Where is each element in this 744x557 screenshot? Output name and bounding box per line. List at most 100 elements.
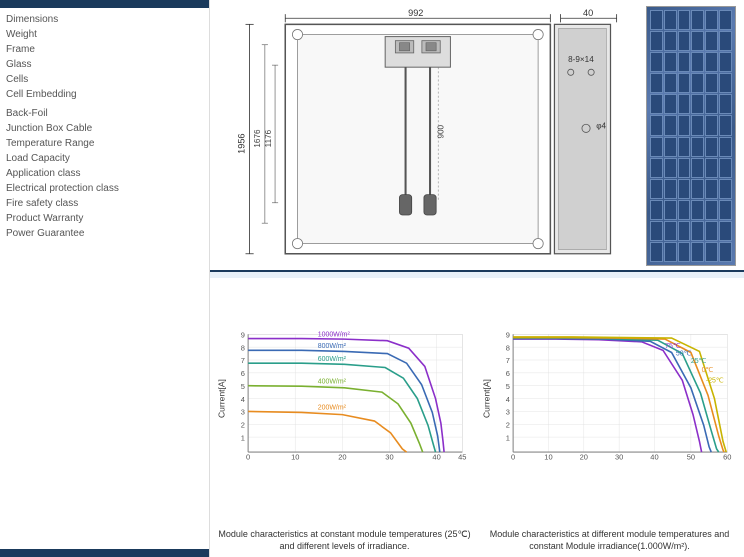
solar-cell — [719, 52, 732, 72]
specs-table: Dimensions Weight Frame Glass Cells Cell… — [0, 8, 209, 549]
solar-cell — [705, 200, 718, 220]
svg-text:4: 4 — [241, 395, 245, 404]
panel-photo: // Generate cell blocks const inner = do… — [646, 6, 736, 266]
solar-cell — [719, 137, 732, 157]
label-dimensions: Dimensions — [6, 14, 91, 25]
solar-cell — [719, 31, 732, 51]
solar-cell — [650, 179, 663, 199]
svg-text:0℃: 0℃ — [702, 367, 714, 374]
solar-cell — [705, 179, 718, 199]
solar-cell — [678, 31, 691, 51]
spec-power-guarantee2 — [6, 241, 203, 245]
solar-cell — [678, 179, 691, 199]
solar-cell — [691, 94, 704, 114]
svg-text:30: 30 — [385, 453, 393, 462]
dim-992: 992 — [408, 8, 423, 18]
dim-1956: 1956 — [236, 133, 246, 153]
svg-text:Current[A]: Current[A] — [482, 379, 492, 418]
spec-embedding: Cell Embedding — [6, 87, 203, 102]
svg-text:1: 1 — [506, 433, 510, 442]
solar-cell — [691, 115, 704, 135]
label-warranty: Product Warranty — [6, 213, 91, 224]
solar-cell — [719, 179, 732, 199]
spec-appclass: Application class — [6, 166, 203, 181]
svg-text:7: 7 — [241, 356, 245, 365]
solar-cell — [691, 179, 704, 199]
svg-text:200W/m²: 200W/m² — [318, 404, 347, 411]
svg-text:3: 3 — [506, 408, 510, 417]
svg-text:60: 60 — [723, 453, 731, 462]
chart1-caption: Module characteristics at constant modul… — [216, 528, 473, 553]
solar-cell — [691, 200, 704, 220]
chart2-wrapper: 9 8 7 6 5 4 3 2 1 0 10 20 30 4 — [481, 282, 738, 526]
solar-cell — [691, 137, 704, 157]
solar-cell — [705, 31, 718, 51]
drawing-area: 992 40 1956 1676 — [210, 0, 744, 270]
technical-drawing: 992 40 1956 1676 — [218, 6, 638, 266]
solar-cell — [650, 10, 663, 30]
solar-cell — [678, 52, 691, 72]
label-glass: Glass — [6, 59, 91, 70]
solar-cell — [719, 200, 732, 220]
specs-header — [0, 0, 209, 8]
spec-warranty: Product Warranty — [6, 211, 203, 226]
solar-cell — [719, 242, 732, 262]
chart1-container: 9 8 7 6 5 4 3 2 1 0 10 20 30 4 — [216, 282, 473, 553]
chart2-caption: Module characteristics at different modu… — [481, 528, 738, 553]
dim-1176: 1176 — [264, 129, 273, 147]
svg-text:9: 9 — [241, 331, 245, 340]
solar-cell — [664, 52, 677, 72]
spec-cable: Junction Box Cable — [6, 121, 203, 136]
solar-cell — [650, 158, 663, 178]
label-cells: Cells — [6, 74, 91, 85]
solar-cell — [650, 31, 663, 51]
label-firesafety: Fire safety class — [6, 198, 91, 209]
spec-frame: Frame — [6, 42, 203, 57]
spec-power-guarantee: Power Guarantee — [6, 226, 203, 241]
svg-text:30: 30 — [615, 453, 623, 462]
svg-text:400W/m²: 400W/m² — [318, 379, 347, 386]
solar-cell — [705, 115, 718, 135]
spec-firesafety: Fire safety class — [6, 196, 203, 211]
solar-cell — [664, 242, 677, 262]
left-panel: Dimensions Weight Frame Glass Cells Cell… — [0, 0, 210, 557]
solar-cell — [705, 73, 718, 93]
svg-text:20: 20 — [580, 453, 588, 462]
label-backfoil: Back-Foil — [6, 108, 91, 119]
dim-8914: 8-9×14 — [568, 55, 594, 64]
svg-text:7: 7 — [506, 356, 510, 365]
solar-cell — [650, 94, 663, 114]
solar-cell — [664, 73, 677, 93]
solar-cell — [719, 158, 732, 178]
svg-text:3: 3 — [241, 408, 245, 417]
svg-text:20: 20 — [338, 453, 346, 462]
dim-1676: 1676 — [253, 129, 262, 148]
svg-text:4: 4 — [506, 395, 510, 404]
svg-text:75℃: 75℃ — [665, 343, 681, 350]
solar-cell — [719, 94, 732, 114]
svg-text:1000W/m²: 1000W/m² — [318, 331, 351, 338]
solar-cell — [650, 137, 663, 157]
dim-40: 40 — [583, 8, 593, 18]
solar-cell — [678, 221, 691, 241]
right-panel: 992 40 1956 1676 — [210, 0, 744, 557]
spec-elecprotection: Electrical protection class — [6, 181, 203, 196]
solar-cell — [664, 31, 677, 51]
chart2-svg: 9 8 7 6 5 4 3 2 1 0 10 20 30 4 — [481, 282, 738, 526]
svg-text:50: 50 — [687, 453, 695, 462]
svg-text:1: 1 — [241, 433, 245, 442]
solar-cell — [650, 200, 663, 220]
label-appclass: Application class — [6, 168, 91, 179]
svg-text:45: 45 — [458, 453, 466, 462]
svg-text:8: 8 — [241, 343, 245, 352]
solar-cell — [691, 158, 704, 178]
spec-glass: Glass — [6, 57, 203, 72]
solar-cell — [705, 221, 718, 241]
spec-cells: Cells — [6, 72, 203, 87]
solar-cell — [691, 10, 704, 30]
svg-text:40: 40 — [432, 453, 440, 462]
solar-cell — [664, 10, 677, 30]
solar-cell — [678, 200, 691, 220]
svg-text:5: 5 — [241, 382, 245, 391]
svg-text:9: 9 — [506, 331, 510, 340]
